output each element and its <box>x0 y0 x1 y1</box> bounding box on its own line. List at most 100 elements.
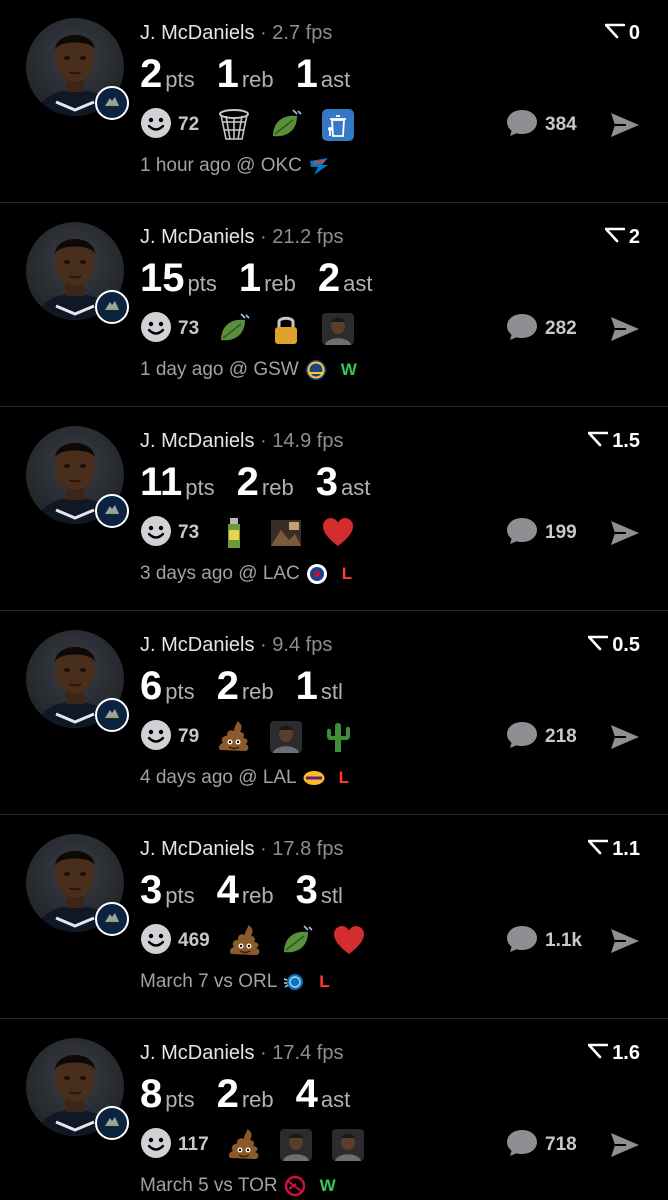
trash-can-icon[interactable] <box>321 108 355 142</box>
stat-unit: ast <box>320 67 351 92</box>
basketball-net-icon[interactable] <box>217 108 251 142</box>
rank-change: 0.5 <box>587 634 640 657</box>
fps-score: 21.2 fps <box>272 226 344 248</box>
stat-item: 2 pts <box>140 52 195 97</box>
stat-value: 2 <box>216 1072 239 1116</box>
smiley-count: 117 <box>178 1134 209 1155</box>
rank-change: 1.6 <box>587 1042 640 1065</box>
leaf-wind-icon[interactable] <box>217 312 251 346</box>
stat-value: 4 <box>295 1072 318 1116</box>
game-time: 1 day ago <box>140 359 224 380</box>
stat-unit: ast <box>340 475 371 500</box>
comment-button[interactable]: 1.1k <box>505 924 582 958</box>
post-header: J. McDaniels · 17.4 fps <box>140 1042 343 1065</box>
rank-value: 1.5 <box>612 430 640 452</box>
red-heart-icon[interactable] <box>321 516 355 550</box>
lakers-logo-icon <box>303 767 325 789</box>
separator: · <box>260 226 267 248</box>
smiley-reaction-button[interactable]: 469 <box>140 923 210 960</box>
stat-unit: pts <box>165 67 195 92</box>
smiley-reaction-button[interactable]: 73 <box>140 311 199 348</box>
stat-value: 8 <box>140 1072 163 1116</box>
cactus-icon[interactable] <box>321 720 355 754</box>
player-name[interactable]: J. McDaniels <box>140 22 254 44</box>
comment-button[interactable]: 282 <box>505 312 577 346</box>
post-card[interactable]: J. McDaniels · 17.8 fps 1.1 3 pts 4 reb 3 stl 46… <box>0 816 668 1019</box>
smiley-reaction-button[interactable]: 117 <box>140 1127 209 1164</box>
share-button[interactable] <box>608 108 642 142</box>
stat-item: 15 pts <box>140 256 217 301</box>
player-name[interactable]: J. McDaniels <box>140 838 254 860</box>
post-card[interactable]: J. McDaniels · 21.2 fps 2 15 pts 1 reb 2 ast 73 2… <box>0 204 668 407</box>
smiley-count: 73 <box>178 522 200 543</box>
smiley-reaction-button[interactable]: 79 <box>140 719 199 756</box>
game-time: 1 hour ago <box>140 155 231 176</box>
person-face-icon[interactable] <box>279 1128 313 1162</box>
stat-item: 1 reb <box>239 256 296 301</box>
post-card[interactable]: J. McDaniels · 14.9 fps 1.5 11 pts 2 reb 3 ast 7… <box>0 408 668 611</box>
game-feed: J. McDaniels · 2.7 fps 0 2 pts 1 reb 1 ast 72 384… <box>0 0 668 1200</box>
comment-icon <box>505 312 539 347</box>
share-button[interactable] <box>608 516 642 550</box>
game-meta: 1 day ago @ GSW W <box>140 359 357 381</box>
leaf-wind-icon[interactable] <box>269 108 303 142</box>
stat-unit: reb <box>261 475 294 500</box>
lock-icon[interactable] <box>269 312 303 346</box>
comment-button[interactable]: 718 <box>505 1128 577 1162</box>
comment-button[interactable]: 384 <box>505 108 577 142</box>
person-face-icon[interactable] <box>269 720 303 754</box>
post-header: J. McDaniels · 2.7 fps <box>140 22 332 45</box>
stat-item: 2 reb <box>217 664 274 709</box>
poop-icon[interactable] <box>228 924 262 958</box>
stat-value: 2 <box>317 256 341 300</box>
poop-icon[interactable] <box>217 720 251 754</box>
post-card[interactable]: J. McDaniels · 9.4 fps 0.5 6 pts 2 reb 1 stl 79 2… <box>0 612 668 815</box>
image-sticker-icon[interactable] <box>269 516 303 550</box>
poop-icon[interactable] <box>227 1128 261 1162</box>
smiley-reaction-button[interactable]: 72 <box>140 107 199 144</box>
rank-arrow-icon <box>587 1042 609 1065</box>
stat-unit: reb <box>241 67 274 92</box>
share-button[interactable] <box>608 1128 642 1162</box>
rank-arrow-icon <box>587 634 609 657</box>
player-name[interactable]: J. McDaniels <box>140 1042 254 1064</box>
separator: · <box>260 634 267 656</box>
player-name[interactable]: J. McDaniels <box>140 226 254 248</box>
separator: · <box>260 430 267 452</box>
stat-item: 11 pts <box>140 460 215 505</box>
share-button[interactable] <box>608 720 642 754</box>
stat-value: 11 <box>140 460 183 504</box>
reaction-row: 79 <box>140 719 373 756</box>
separator: · <box>260 838 267 860</box>
game-meta: March 7 vs ORL L <box>140 971 330 993</box>
share-icon <box>608 725 642 758</box>
rank-value: 0.5 <box>612 634 640 656</box>
red-heart-icon[interactable] <box>332 924 366 958</box>
post-card[interactable]: J. McDaniels · 2.7 fps 0 2 pts 1 reb 1 ast 72 384… <box>0 0 668 203</box>
wolves-logo-icon <box>95 494 129 528</box>
comment-button[interactable]: 218 <box>505 720 577 754</box>
comment-count: 1.1k <box>545 930 582 951</box>
post-card[interactable]: J. McDaniels · 17.4 fps 1.6 8 pts 2 reb 4 ast 11… <box>0 1020 668 1200</box>
fps-score: 9.4 fps <box>272 634 333 656</box>
smiley-icon <box>140 1127 172 1164</box>
stat-line: 3 pts 4 reb 3 stl <box>140 868 365 913</box>
smiley-reaction-button[interactable]: 73 <box>140 515 199 552</box>
leaf-wind-icon[interactable] <box>280 924 314 958</box>
smiley-icon <box>140 311 172 348</box>
share-button[interactable] <box>608 924 642 958</box>
comment-button[interactable]: 199 <box>505 516 577 550</box>
bottle-icon[interactable] <box>217 516 251 550</box>
player-name[interactable]: J. McDaniels <box>140 430 254 452</box>
game-venue: vs ORL <box>213 971 278 992</box>
stat-unit: pts <box>165 1087 195 1112</box>
warriors-logo-icon <box>305 359 327 381</box>
player-name[interactable]: J. McDaniels <box>140 634 254 656</box>
game-venue: @ LAC <box>238 563 300 584</box>
smiley-icon <box>140 923 172 960</box>
reaction-row: 73 <box>140 515 373 552</box>
rank-change: 1.1 <box>587 838 640 861</box>
person-face-icon[interactable] <box>331 1128 365 1162</box>
person-face-icon[interactable] <box>321 312 355 346</box>
share-button[interactable] <box>608 312 642 346</box>
